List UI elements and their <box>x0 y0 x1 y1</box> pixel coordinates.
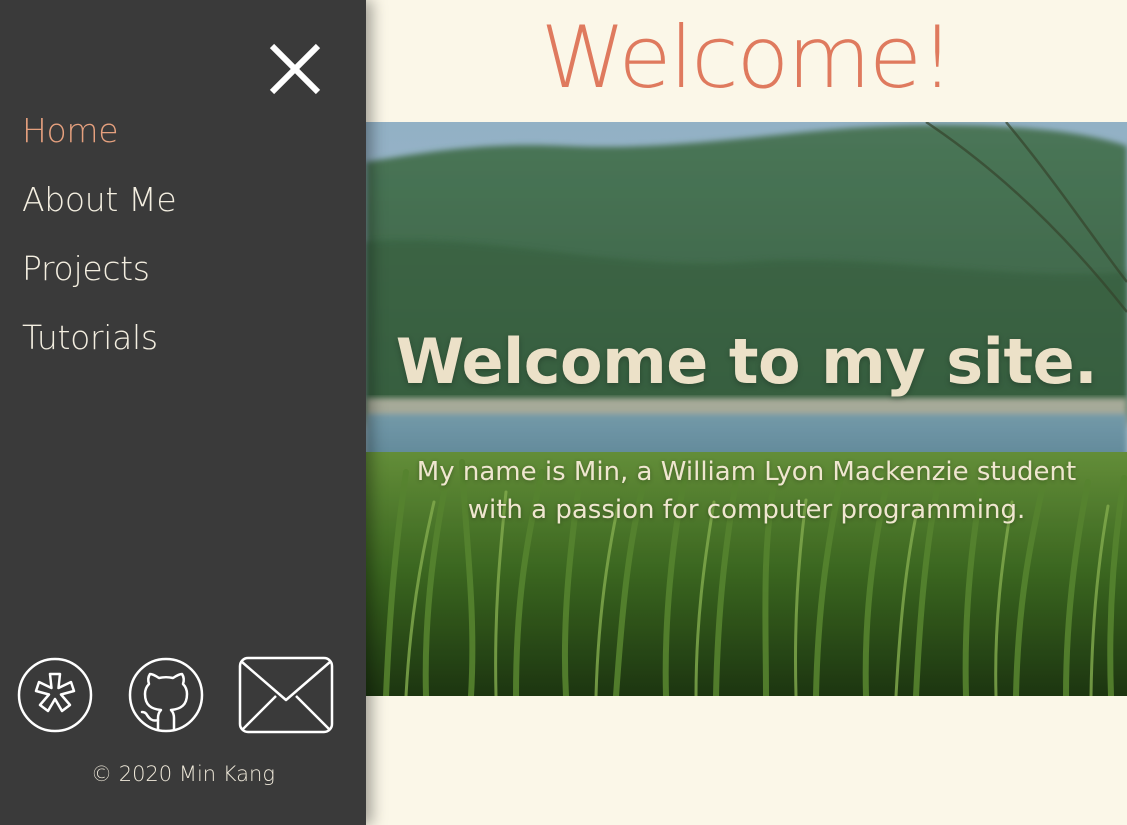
nav-menu: Home About Me Projects Tutorials <box>22 96 177 372</box>
mail-icon <box>238 656 334 734</box>
close-menu-button[interactable] <box>266 40 324 98</box>
asterisk-link[interactable] <box>16 656 94 738</box>
hero-heading: Welcome to my site. <box>395 325 1098 398</box>
sidebar: Home About Me Projects Tutorials © 2020 … <box>0 0 366 825</box>
social-links <box>0 656 366 736</box>
main-content: Welcome! Welcome to my site. My name is … <box>366 0 1127 825</box>
page-title: Welcome! <box>540 8 955 108</box>
email-link[interactable] <box>238 656 334 738</box>
copyright-text: © 2020 Min Kang <box>91 762 275 786</box>
github-icon <box>128 657 204 733</box>
close-icon <box>269 43 321 95</box>
hero-description: My name is Min, a William Lyon Mackenzie… <box>416 457 1077 525</box>
nav-item-tutorials[interactable]: Tutorials <box>22 303 176 372</box>
hero-background-image <box>366 122 1127 696</box>
nav-item-projects[interactable]: Projects <box>22 234 176 303</box>
nav-item-home[interactable]: Home <box>22 96 176 165</box>
nav-item-about-me[interactable]: About Me <box>22 165 177 234</box>
hero-banner: Welcome to my site. My name is Min, a Wi… <box>366 122 1127 696</box>
github-link[interactable] <box>127 656 205 738</box>
asterisk-circle-icon <box>17 657 93 733</box>
